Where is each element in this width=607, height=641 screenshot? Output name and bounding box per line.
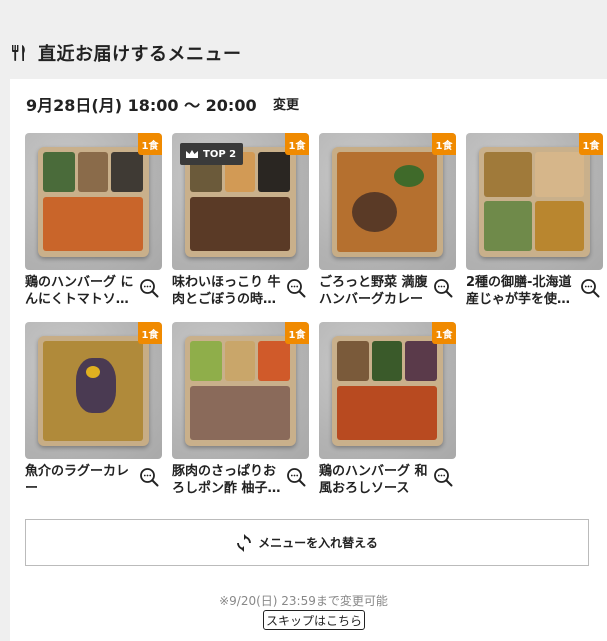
menu-name[interactable]: 2種の御膳-北海道産じゃが芋を使… (466, 274, 578, 308)
menu-name[interactable]: 鶏のハンバーグ 和風おろしソース (319, 463, 431, 497)
quantity-badge: 1食 (138, 133, 162, 155)
menu-name[interactable]: 豚肉のさっぱりおろしポン酢 柚子… (172, 463, 284, 497)
zoom-icon[interactable] (286, 467, 306, 487)
menu-image[interactable]: 1食 (319, 133, 456, 270)
ranking-badge: TOP 2 (180, 143, 244, 165)
zoom-icon[interactable] (286, 278, 306, 298)
zoom-icon[interactable] (139, 467, 159, 487)
crown-icon (186, 150, 198, 158)
menu-name[interactable]: ごろっと野菜 満腹ハンバーグカレー (319, 274, 431, 308)
fork-knife-icon (12, 45, 25, 61)
meal-tray (38, 147, 149, 257)
quantity-badge: 1食 (432, 322, 456, 344)
menu-image[interactable]: 1食 (25, 322, 162, 459)
quantity-badge: 1食 (285, 133, 309, 155)
change-delivery-link[interactable]: 変更 (273, 94, 299, 113)
delivery-datetime: 9月28日(月) 18:00 〜 20:00 (26, 96, 257, 115)
meal-tray (479, 147, 590, 257)
menu-card[interactable]: 1食 魚介のラグーカレー (25, 322, 162, 496)
menu-card[interactable]: 1食 豚肉のさっぱりおろしポン酢 柚子… (172, 322, 309, 496)
meal-tray (332, 336, 443, 446)
menu-name[interactable]: 魚介のラグーカレー (25, 463, 137, 497)
ranking-label: TOP 2 (203, 148, 237, 160)
page-header: 直近お届けするメニュー (0, 0, 607, 80)
menu-card[interactable]: 1食 ごろっと野菜 満腹ハンバーグカレー (319, 133, 456, 307)
meal-tray (332, 147, 443, 257)
menu-name[interactable]: 鶏のハンバーグ にんにくトマトソ… (25, 274, 137, 308)
replace-menu-button[interactable]: メニューを入れ替える (25, 519, 589, 566)
menu-card[interactable]: TOP 2 1食 味わいほっこり 牛肉とごぼうの時… (172, 133, 309, 307)
menu-image[interactable]: 1食 (25, 133, 162, 270)
menu-image[interactable]: 1食 (466, 133, 603, 270)
skip-button[interactable]: スキップはこちら (263, 610, 365, 630)
quantity-badge: 1食 (579, 133, 603, 155)
replace-menu-label: メニューを入れ替える (258, 536, 378, 550)
quantity-badge: 1食 (138, 322, 162, 344)
menu-card[interactable]: 1食 鶏のハンバーグ にんにくトマトソ… (25, 133, 162, 307)
zoom-icon[interactable] (433, 467, 453, 487)
zoom-icon[interactable] (433, 278, 453, 298)
change-deadline: ※9/20(日) 23:59まで変更可能 (219, 594, 388, 608)
menu-card[interactable]: 1食 2種の御膳-北海道産じゃが芋を使… (466, 133, 603, 307)
menu-image[interactable]: 1食 (319, 322, 456, 459)
menu-image[interactable]: 1食 (172, 322, 309, 459)
refresh-icon (237, 533, 252, 552)
zoom-icon[interactable] (580, 278, 600, 298)
menu-name[interactable]: 味わいほっこり 牛肉とごぼうの時… (172, 274, 284, 308)
meal-tray (38, 336, 149, 446)
menu-image[interactable]: TOP 2 1食 (172, 133, 309, 270)
quantity-badge: 1食 (432, 133, 456, 155)
quantity-badge: 1食 (285, 322, 309, 344)
zoom-icon[interactable] (139, 278, 159, 298)
page-title: 直近お届けするメニュー (38, 44, 242, 65)
menu-card[interactable]: 1食 鶏のハンバーグ 和風おろしソース (319, 322, 456, 496)
meal-tray (185, 336, 296, 446)
